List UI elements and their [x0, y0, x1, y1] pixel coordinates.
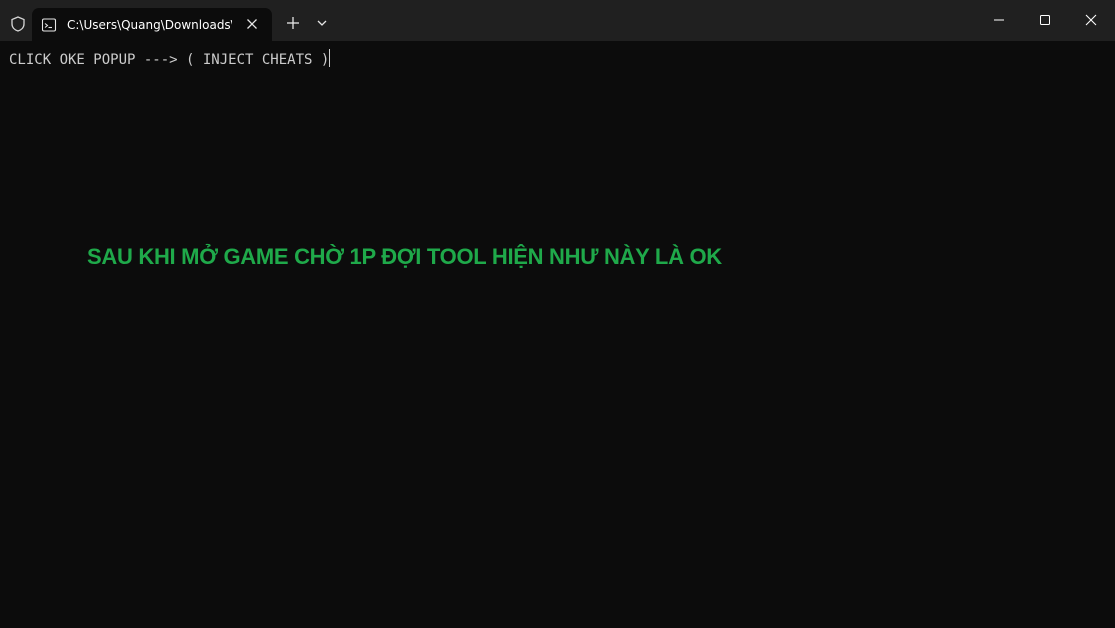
minimize-button[interactable] [976, 0, 1022, 41]
overlay-instruction: SAU KHI MỞ GAME CHỜ 1P ĐỢI TOOL HIỆN NHƯ… [87, 244, 722, 269]
title-bar[interactable]: C:\Users\Quang\Downloads\T [0, 0, 1115, 41]
terminal-window: C:\Users\Quang\Downloads\T CLICK OKE POP… [0, 0, 1115, 628]
close-button[interactable] [1068, 0, 1114, 41]
terminal-output[interactable]: CLICK OKE POPUP ---> ( INJECT CHEATS ) S… [0, 41, 1115, 628]
maximize-icon [1040, 15, 1050, 25]
maximize-button[interactable] [1022, 0, 1068, 41]
terminal-icon [41, 17, 57, 33]
close-icon [1085, 14, 1097, 26]
chevron-down-icon[interactable] [314, 15, 330, 31]
shield-icon [9, 15, 27, 33]
plus-icon[interactable] [283, 13, 303, 33]
minimize-icon [994, 19, 1004, 21]
text-cursor [329, 49, 331, 67]
close-icon[interactable] [243, 15, 261, 33]
terminal-line: CLICK OKE POPUP ---> ( INJECT CHEATS ) [9, 49, 331, 70]
terminal-line-text: CLICK OKE POPUP ---> ( INJECT CHEATS ) [9, 52, 330, 68]
tab-title: C:\Users\Quang\Downloads\T [67, 18, 232, 32]
tab-terminal[interactable]: C:\Users\Quang\Downloads\T [32, 8, 272, 41]
